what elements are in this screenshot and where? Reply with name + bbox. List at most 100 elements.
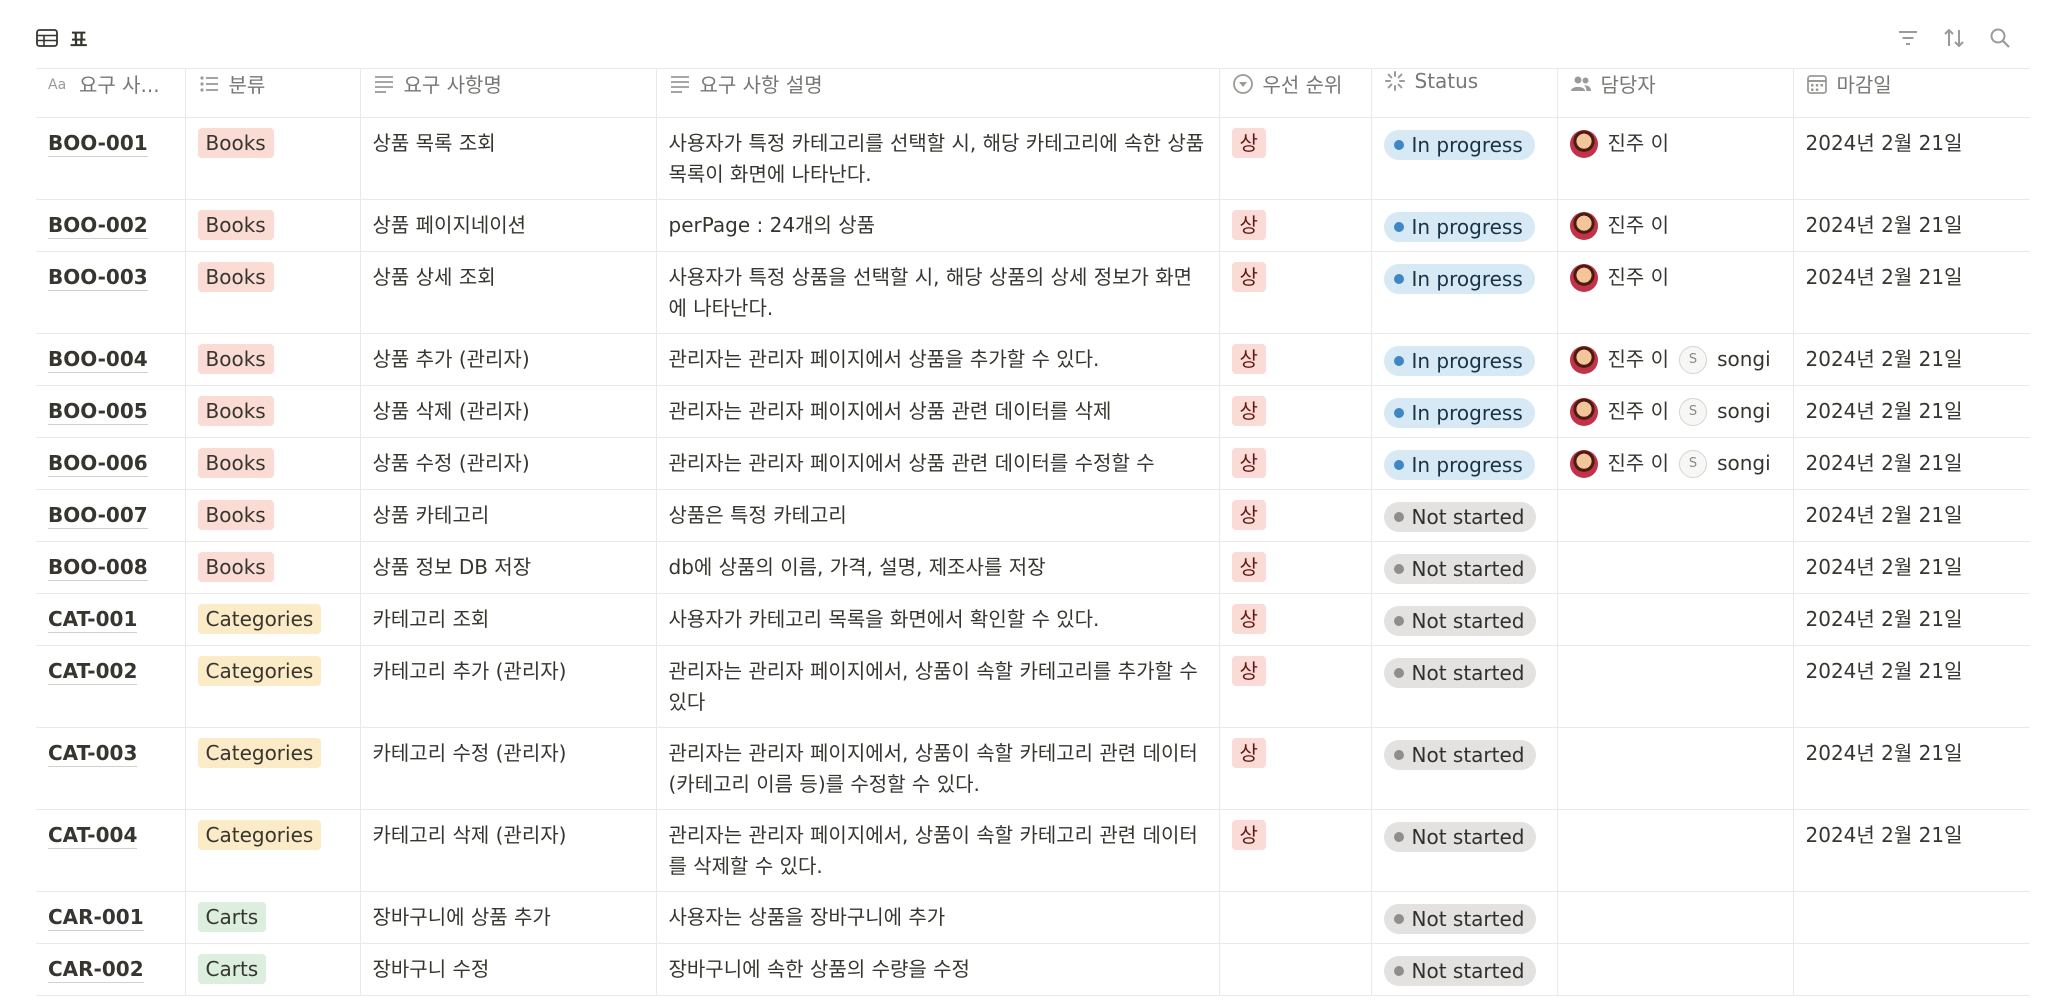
cell-category[interactable]: Books: [185, 199, 361, 252]
cell-status[interactable]: Not started: [1371, 891, 1558, 944]
cell-id[interactable]: CAT-001: [36, 593, 186, 646]
cell-category[interactable]: Books: [185, 489, 361, 542]
assignee[interactable]: 진주 이: [1569, 262, 1669, 293]
cell-status[interactable]: In progress: [1371, 385, 1558, 438]
column-header-assignee[interactable]: 담당자: [1557, 68, 1794, 118]
cell-priority[interactable]: 상: [1219, 809, 1372, 892]
table-row[interactable]: BOO-007 Books 상품 카테고리 상품은 특정 카테고리 상 Not start…: [36, 489, 2030, 542]
cell-name[interactable]: 상품 수정 (관리자): [360, 437, 657, 490]
cell-due[interactable]: 2024년 2월 21일: [1793, 645, 2030, 728]
cell-name[interactable]: 카테고리 추가 (관리자): [360, 645, 657, 728]
cell-assignee[interactable]: [1557, 891, 1794, 944]
column-header-name[interactable]: 요구 사항명: [360, 68, 657, 118]
table-row[interactable]: CAT-003 Categories 카테고리 수정 (관리자) 관리자는 관리자 페…: [36, 727, 2030, 810]
cell-description[interactable]: 관리자는 관리자 페이지에서, 상품이 속할 카테고리를 추가할 수 있다: [656, 645, 1220, 728]
cell-due[interactable]: 2024년 2월 21일: [1793, 251, 2030, 334]
cell-assignee[interactable]: 진주 이: [1557, 117, 1794, 200]
cell-assignee[interactable]: 진주 이 Ssongi: [1557, 333, 1794, 386]
cell-name[interactable]: 상품 페이지네이션: [360, 199, 657, 252]
table-row[interactable]: CAR-002 Carts 장바구니 수정 장바구니에 속한 상품의 수량을 수정 No…: [36, 943, 2030, 996]
row-id[interactable]: BOO-006: [48, 451, 148, 477]
cell-assignee[interactable]: [1557, 593, 1794, 646]
row-id[interactable]: BOO-003: [48, 265, 148, 291]
assignee[interactable]: Ssongi: [1679, 448, 1771, 479]
cell-priority[interactable]: 상: [1219, 199, 1372, 252]
row-id[interactable]: CAR-002: [48, 957, 144, 983]
column-header-status[interactable]: Status: [1371, 68, 1558, 118]
row-id[interactable]: CAT-001: [48, 607, 138, 633]
cell-assignee[interactable]: [1557, 645, 1794, 728]
table-row[interactable]: BOO-008 Books 상품 정보 DB 저장 db에 상품의 이름, 가격, 설…: [36, 541, 2030, 594]
row-id[interactable]: CAT-002: [48, 659, 138, 685]
cell-name[interactable]: 상품 정보 DB 저장: [360, 541, 657, 594]
cell-description[interactable]: 관리자는 관리자 페이지에서 상품 관련 데이터를 수정할 수: [656, 437, 1220, 490]
cell-status[interactable]: Not started: [1371, 541, 1558, 594]
cell-status[interactable]: In progress: [1371, 437, 1558, 490]
cell-id[interactable]: BOO-007: [36, 489, 186, 542]
cell-due[interactable]: 2024년 2월 21일: [1793, 541, 2030, 594]
cell-name[interactable]: 카테고리 수정 (관리자): [360, 727, 657, 810]
table-row[interactable]: BOO-004 Books 상품 추가 (관리자) 관리자는 관리자 페이지에서 상품…: [36, 333, 2030, 386]
assignee[interactable]: 진주 이: [1569, 210, 1669, 241]
cell-name[interactable]: 상품 목록 조회: [360, 117, 657, 200]
sort-icon[interactable]: [1942, 26, 1966, 50]
cell-category[interactable]: Books: [185, 251, 361, 334]
cell-category[interactable]: Books: [185, 333, 361, 386]
cell-due[interactable]: 2024년 2월 21일: [1793, 117, 2030, 200]
cell-name[interactable]: 상품 카테고리: [360, 489, 657, 542]
row-id[interactable]: CAR-001: [48, 905, 144, 931]
cell-category[interactable]: Categories: [185, 809, 361, 892]
column-header-id[interactable]: Aa 요구 사...: [36, 68, 186, 118]
cell-priority[interactable]: 상: [1219, 489, 1372, 542]
cell-description[interactable]: 상품은 특정 카테고리: [656, 489, 1220, 542]
cell-status[interactable]: Not started: [1371, 943, 1558, 996]
cell-description[interactable]: 사용자가 특정 카테고리를 선택할 시, 해당 카테고리에 속한 상품 목록이 …: [656, 117, 1220, 200]
cell-due[interactable]: 2024년 2월 21일: [1793, 727, 2030, 810]
assignee[interactable]: Ssongi: [1679, 344, 1771, 375]
cell-assignee[interactable]: [1557, 541, 1794, 594]
cell-assignee[interactable]: 진주 이: [1557, 199, 1794, 252]
cell-assignee[interactable]: [1557, 489, 1794, 542]
cell-category[interactable]: Books: [185, 541, 361, 594]
assignee[interactable]: 진주 이: [1569, 128, 1669, 159]
row-id[interactable]: BOO-004: [48, 347, 148, 373]
cell-id[interactable]: CAR-001: [36, 891, 186, 944]
cell-due[interactable]: 2024년 2월 21일: [1793, 809, 2030, 892]
cell-id[interactable]: CAT-004: [36, 809, 186, 892]
row-id[interactable]: CAT-003: [48, 741, 138, 767]
table-row[interactable]: BOO-005 Books 상품 삭제 (관리자) 관리자는 관리자 페이지에서 상품…: [36, 385, 2030, 438]
cell-description[interactable]: 사용자가 카테고리 목록을 화면에서 확인할 수 있다.: [656, 593, 1220, 646]
column-header-due[interactable]: 마감일: [1793, 68, 2030, 118]
cell-status[interactable]: Not started: [1371, 727, 1558, 810]
cell-name[interactable]: 카테고리 삭제 (관리자): [360, 809, 657, 892]
cell-name[interactable]: 장바구니 수정: [360, 943, 657, 996]
cell-due[interactable]: 2024년 2월 21일: [1793, 593, 2030, 646]
cell-id[interactable]: BOO-003: [36, 251, 186, 334]
cell-due[interactable]: 2024년 2월 21일: [1793, 199, 2030, 252]
cell-assignee[interactable]: [1557, 943, 1794, 996]
cell-category[interactable]: Categories: [185, 645, 361, 728]
cell-priority[interactable]: 상: [1219, 117, 1372, 200]
cell-description[interactable]: 관리자는 관리자 페이지에서 상품을 추가할 수 있다.: [656, 333, 1220, 386]
cell-due[interactable]: [1793, 891, 2030, 944]
row-id[interactable]: BOO-007: [48, 503, 148, 529]
cell-status[interactable]: Not started: [1371, 645, 1558, 728]
cell-due[interactable]: 2024년 2월 21일: [1793, 489, 2030, 542]
cell-due[interactable]: 2024년 2월 21일: [1793, 333, 2030, 386]
column-header-category[interactable]: 분류: [185, 68, 361, 118]
cell-id[interactable]: BOO-004: [36, 333, 186, 386]
cell-name[interactable]: 카테고리 조회: [360, 593, 657, 646]
cell-status[interactable]: In progress: [1371, 199, 1558, 252]
cell-description[interactable]: 관리자는 관리자 페이지에서, 상품이 속할 카테고리 관련 데이터 를 삭제할…: [656, 809, 1220, 892]
cell-category[interactable]: Books: [185, 117, 361, 200]
cell-priority[interactable]: 상: [1219, 385, 1372, 438]
cell-due[interactable]: 2024년 2월 21일: [1793, 385, 2030, 438]
column-header-priority[interactable]: 우선 순위: [1219, 68, 1372, 118]
row-id[interactable]: BOO-002: [48, 213, 148, 239]
row-id[interactable]: BOO-001: [48, 131, 148, 157]
cell-priority[interactable]: 상: [1219, 727, 1372, 810]
row-id[interactable]: BOO-005: [48, 399, 148, 425]
cell-category[interactable]: Categories: [185, 593, 361, 646]
cell-description[interactable]: 사용자가 특정 상품을 선택할 시, 해당 상품의 상세 정보가 화면에 나타난…: [656, 251, 1220, 334]
cell-assignee[interactable]: 진주 이 Ssongi: [1557, 385, 1794, 438]
